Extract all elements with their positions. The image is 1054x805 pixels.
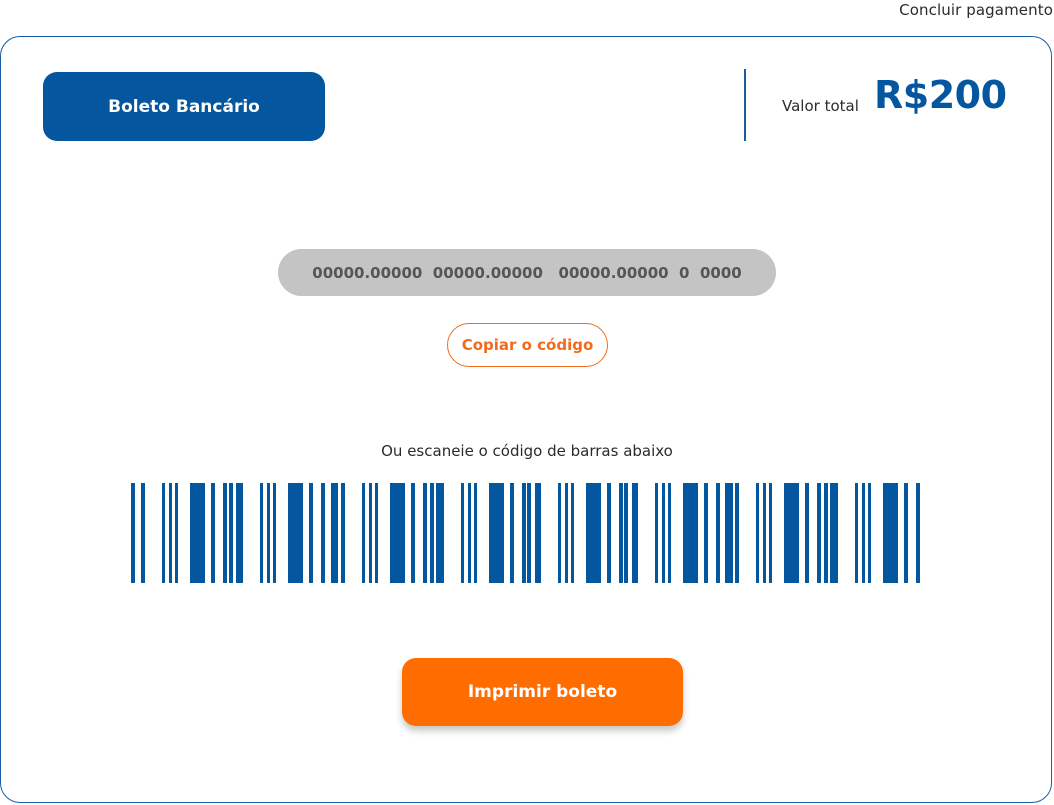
- barcode-bar: [704, 483, 708, 583]
- barcode-bar: [288, 483, 303, 583]
- barcode-bar: [662, 483, 665, 583]
- scan-instruction: Ou escaneie o código de barras abaixo: [381, 442, 673, 460]
- copy-code-button[interactable]: Copiar o código: [447, 323, 608, 367]
- barcode-bar: [468, 483, 471, 583]
- barcode-bar: [474, 483, 477, 583]
- barcode-bar: [729, 483, 733, 583]
- barcode-bar: [461, 483, 464, 583]
- barcode-bar: [341, 483, 345, 583]
- barcode-bar: [619, 483, 623, 583]
- barcode-bar: [260, 483, 263, 583]
- barcode-bar: [634, 483, 638, 583]
- barcode-bar: [784, 483, 799, 583]
- barcode-bar: [489, 483, 504, 583]
- barcode-bar: [169, 483, 172, 583]
- barcode-bar: [668, 483, 671, 583]
- barcode-bar: [537, 483, 541, 583]
- barcode-bar: [855, 483, 858, 583]
- barcode-bar: [716, 483, 720, 583]
- barcode-bar: [375, 483, 378, 583]
- barcode-bar: [211, 483, 215, 583]
- barcode-bar: [904, 483, 908, 583]
- barcode-bar: [440, 483, 444, 583]
- barcode-bar: [862, 483, 865, 583]
- total-value: R$200: [874, 73, 1007, 117]
- barcode-bar: [558, 483, 561, 583]
- barcode-bar: [571, 483, 574, 583]
- boleto-code: 00000.00000 00000.00000 00000.00000 0 00…: [278, 249, 776, 296]
- barcode-bar: [510, 483, 514, 583]
- barcode-bar: [411, 483, 415, 583]
- barcode-bar: [868, 483, 871, 583]
- barcode-bar: [916, 483, 920, 583]
- barcode-bar: [805, 483, 809, 583]
- barcode-bar: [309, 483, 313, 583]
- barcode-bar: [763, 483, 766, 583]
- barcode-bar: [162, 483, 165, 583]
- barcode-bar: [830, 483, 834, 583]
- barcode-bar: [769, 483, 772, 583]
- barcode-bar: [331, 483, 335, 583]
- barcode-bar: [527, 483, 531, 583]
- barcode-bar: [229, 483, 233, 583]
- barcode-image: [131, 483, 920, 583]
- barcode-bar: [423, 483, 427, 583]
- barcode-bar: [683, 483, 698, 583]
- barcode-bar: [362, 483, 365, 583]
- barcode-bar: [883, 483, 898, 583]
- barcode-bar: [141, 483, 145, 583]
- total-label: Valor total: [782, 97, 859, 115]
- payment-method-button[interactable]: Boleto Bancário: [43, 72, 325, 141]
- barcode-bar: [369, 483, 372, 583]
- barcode-bar: [607, 483, 611, 583]
- barcode-bar: [190, 483, 205, 583]
- barcode-bar: [390, 483, 405, 583]
- total-divider: [744, 69, 746, 141]
- barcode-bar: [834, 483, 838, 583]
- barcode-bar: [430, 483, 434, 583]
- barcode-bar: [655, 483, 658, 583]
- barcode-bar: [223, 483, 227, 583]
- barcode-bar: [273, 483, 276, 583]
- barcode-bar: [725, 483, 729, 583]
- barcode-bar: [436, 483, 440, 583]
- barcode-bar: [756, 483, 759, 583]
- barcode-bar: [239, 483, 243, 583]
- print-boleto-button[interactable]: Imprimir boleto: [402, 658, 683, 726]
- barcode-bar: [817, 483, 821, 583]
- barcode-bar: [175, 483, 178, 583]
- barcode-bar: [824, 483, 828, 583]
- barcode-bar: [586, 483, 601, 583]
- barcode-bar: [624, 483, 628, 583]
- barcode-bar: [321, 483, 325, 583]
- barcode-bar: [735, 483, 739, 583]
- finish-payment-link[interactable]: Concluir pagamento: [899, 1, 1053, 19]
- barcode-bar: [131, 483, 135, 583]
- barcode-bar: [267, 483, 270, 583]
- barcode-bar: [565, 483, 568, 583]
- payment-card: Boleto Bancário Valor total R$200 00000.…: [0, 36, 1052, 803]
- barcode-bar: [522, 483, 526, 583]
